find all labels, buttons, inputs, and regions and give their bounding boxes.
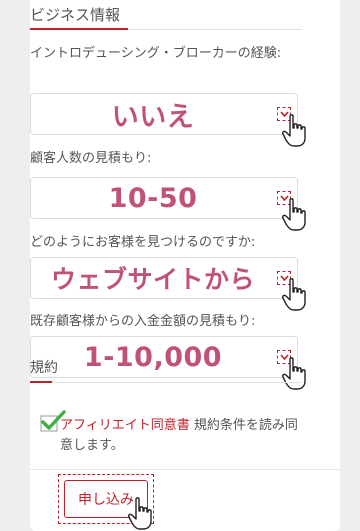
section-title: ビジネス情報 <box>30 6 121 24</box>
footer-divider <box>30 469 340 470</box>
deposit-estimate-select[interactable]: 1-10,000 <box>30 336 298 378</box>
client-source-label: どのようにお客様を見つけるのですか: <box>30 235 256 250</box>
client-count-value: 10-50 <box>108 182 198 214</box>
deposit-estimate-label: 既存顧客様からの入金金額の見積もり: <box>30 314 256 329</box>
terms-title: 規約 <box>30 360 58 376</box>
client-count-label: 顧客人数の見積もり: <box>30 151 152 166</box>
client-source-select[interactable]: ウェブサイトから <box>30 257 298 299</box>
ib-experience-value: いいえ <box>111 101 195 133</box>
pointer-hand-icon <box>282 278 306 311</box>
terms-title-underline <box>30 381 52 383</box>
terms-agreement-text: アフィリエイト同意書 規約条件を読み同意します。 <box>60 416 300 456</box>
affiliate-agreement-link[interactable]: アフィリエイト同意書 <box>60 418 190 433</box>
deposit-estimate-value: 1-10,000 <box>83 341 223 373</box>
terms-divider <box>30 382 302 383</box>
section-title-underline <box>30 28 128 30</box>
client-source-value: ウェブサイトから <box>50 265 255 294</box>
client-count-select[interactable]: 10-50 <box>30 177 298 219</box>
pointer-hand-icon <box>282 198 306 231</box>
ib-experience-select[interactable]: いいえ <box>30 93 298 135</box>
ib-experience-label: イントロデューシング・ブローカーの経験: <box>30 46 282 61</box>
pointer-hand-icon <box>128 497 152 530</box>
pointer-hand-icon <box>282 114 306 147</box>
pointer-hand-icon <box>282 357 306 390</box>
